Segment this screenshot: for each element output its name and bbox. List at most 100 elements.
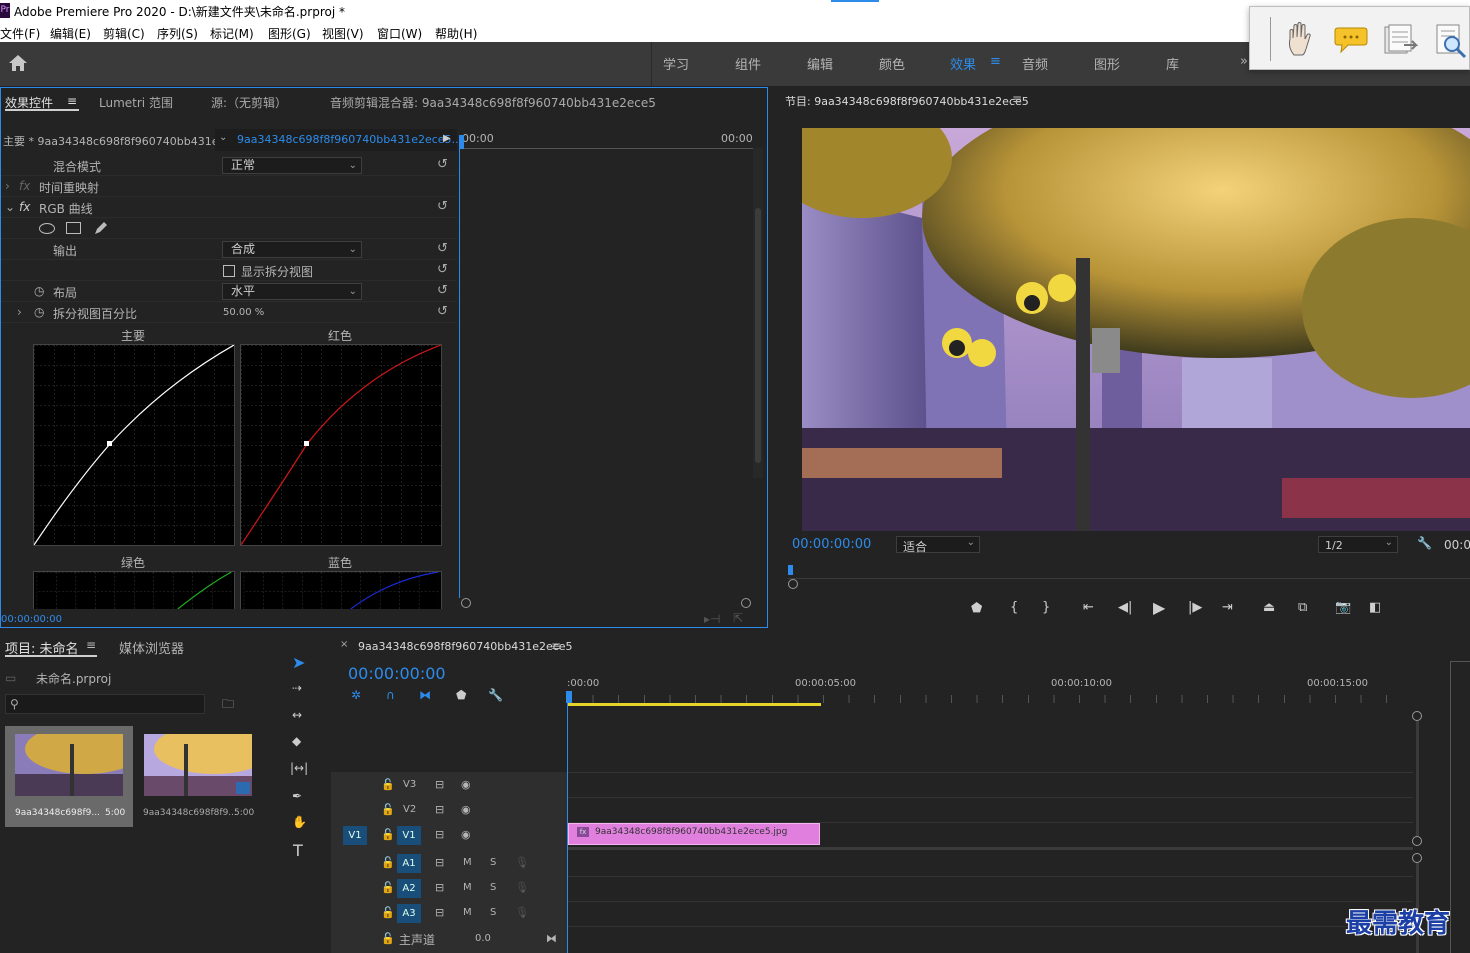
- zoom-handle-right[interactable]: [741, 598, 751, 608]
- lock-icon[interactable]: 🔓: [381, 932, 395, 945]
- tab-audio-clip-mixer[interactable]: 音频剪辑混合器: 9aa34348c698f8f960740bb431e2ece…: [330, 94, 656, 111]
- sync-lock-icon[interactable]: ⊟: [435, 906, 444, 919]
- linked-selection-icon[interactable]: ⧓: [419, 688, 431, 702]
- slip-tool-icon[interactable]: |↔|: [290, 761, 308, 775]
- split-pct-value[interactable]: 50.00 %: [223, 307, 264, 318]
- eye-icon[interactable]: ◉: [461, 778, 471, 791]
- track-select-tool-icon[interactable]: ⇢: [292, 681, 302, 695]
- add-marker-icon[interactable]: ⬟: [456, 688, 466, 702]
- comment-icon[interactable]: [1334, 25, 1368, 58]
- blue-curve-graph[interactable]: [240, 571, 442, 609]
- workspace-assembly[interactable]: 组件: [735, 54, 761, 73]
- program-video-frame[interactable]: [802, 128, 1470, 531]
- solo-button[interactable]: S: [490, 907, 496, 918]
- type-tool-icon[interactable]: T: [293, 841, 303, 860]
- menu-edit[interactable]: 编辑(E): [50, 25, 91, 42]
- reset-icon[interactable]: ↺: [437, 262, 448, 277]
- blend-mode-dropdown[interactable]: 正常 ⌄: [222, 157, 362, 174]
- lift-icon[interactable]: ⏏: [1263, 600, 1275, 615]
- menu-help[interactable]: 帮助(H): [435, 25, 477, 42]
- lock-icon[interactable]: 🔓: [381, 906, 395, 919]
- program-playhead[interactable]: [788, 565, 793, 575]
- timeline-clip[interactable]: fx 9aa34348c698f8f960740bb431e2ece5.jpg: [568, 823, 820, 845]
- expand-arrow-icon[interactable]: ›: [5, 179, 10, 193]
- sync-lock-icon[interactable]: ⊟: [435, 828, 444, 841]
- play-only-audio-icon[interactable]: ▶: [443, 133, 451, 144]
- sequence-tab[interactable]: 9aa34348c698f8f960740bb431e2ece5: [358, 640, 573, 653]
- lock-icon[interactable]: 🔓: [381, 856, 395, 869]
- workspace-menu-icon[interactable]: ≡: [990, 54, 1001, 69]
- hand-tool-icon[interactable]: ✋: [292, 815, 307, 829]
- play-icon[interactable]: ▶: [1153, 598, 1165, 617]
- workspace-overflow-icon[interactable]: »: [1240, 54, 1248, 69]
- expand-arrow-icon[interactable]: ›: [17, 305, 22, 319]
- document-icon[interactable]: [1382, 23, 1419, 60]
- extract-icon[interactable]: ⧉: [1298, 600, 1307, 615]
- clip-selector[interactable]: ⌄ 9aa34348c698f8f960740bb431e2ece5...: [215, 129, 462, 151]
- workspace-audio[interactable]: 音频: [1022, 54, 1048, 73]
- stopwatch-icon[interactable]: ◷: [34, 305, 44, 319]
- close-icon[interactable]: ×: [340, 639, 348, 650]
- step-forward-icon[interactable]: |▶: [1188, 600, 1202, 615]
- mic-icon[interactable]: 🎙: [515, 856, 529, 869]
- ripple-edit-tool-icon[interactable]: ↔: [292, 708, 302, 722]
- project-item[interactable]: 9aa34348c698f8f9... 5:00: [137, 726, 261, 827]
- mute-button[interactable]: M: [463, 882, 472, 893]
- effects-playhead[interactable]: [459, 135, 464, 149]
- mute-button[interactable]: M: [463, 907, 472, 918]
- razor-tool-icon[interactable]: ◆: [292, 734, 301, 748]
- track-target-a3[interactable]: A3: [397, 904, 421, 923]
- solo-button[interactable]: S: [490, 882, 496, 893]
- lock-icon[interactable]: 🔓: [381, 803, 395, 816]
- zoom-handle-left[interactable]: [461, 598, 471, 608]
- effects-scroll-thumb[interactable]: [755, 208, 761, 463]
- menu-graphics[interactable]: 图形(G): [268, 25, 311, 42]
- work-area-bar[interactable]: [567, 703, 821, 706]
- tab-menu-icon[interactable]: ≡: [67, 94, 77, 108]
- export-frame-icon[interactable]: 📷: [1335, 600, 1351, 615]
- output-dropdown[interactable]: 合成 ⌄: [222, 241, 362, 258]
- sync-lock-icon[interactable]: ⊟: [435, 803, 444, 816]
- track-target-a2[interactable]: A2: [397, 879, 421, 898]
- menu-window[interactable]: 窗口(W): [377, 25, 422, 42]
- reset-icon[interactable]: ↺: [437, 157, 448, 172]
- effects-scrollbar[interactable]: [753, 148, 763, 478]
- filter-icon[interactable]: ▸⊣: [704, 612, 720, 626]
- workspace-graphics[interactable]: 图形: [1094, 54, 1120, 73]
- menu-clip[interactable]: 剪辑(C): [103, 25, 145, 42]
- workspace-editing[interactable]: 编辑: [807, 54, 833, 73]
- track-target-v1[interactable]: V1: [397, 826, 421, 845]
- eye-icon[interactable]: ◉: [461, 828, 471, 841]
- program-zoom-handle[interactable]: [788, 579, 798, 589]
- step-back-icon[interactable]: ◀|: [1118, 600, 1132, 615]
- timeline-ruler[interactable]: [567, 695, 1412, 703]
- timeline-timecode[interactable]: 00:00:00:00: [348, 664, 446, 683]
- nest-icon[interactable]: ✲: [351, 688, 361, 702]
- split-view-checkbox[interactable]: [223, 265, 235, 277]
- timeline-playhead[interactable]: [566, 691, 572, 703]
- tab-lumetri-scopes[interactable]: Lumetri 范围: [99, 94, 173, 111]
- menu-sequence[interactable]: 序列(S): [157, 25, 198, 42]
- workspace-libraries[interactable]: 库: [1166, 54, 1179, 73]
- mic-icon[interactable]: 🎙: [515, 881, 529, 894]
- go-to-end-icon[interactable]: ⧓: [546, 932, 557, 945]
- sync-lock-icon[interactable]: ⊟: [435, 778, 444, 791]
- panel-menu-icon[interactable]: ≡: [1012, 92, 1022, 106]
- selection-tool-icon[interactable]: ➤: [292, 653, 305, 672]
- fx-icon[interactable]: fx: [19, 179, 30, 193]
- mic-icon[interactable]: 🎙: [515, 906, 529, 919]
- red-curve-graph[interactable]: [240, 344, 442, 546]
- track-target-a1[interactable]: A1: [397, 854, 421, 873]
- go-to-in-icon[interactable]: ⇤: [1083, 600, 1094, 615]
- workspace-learn[interactable]: 学习: [663, 54, 689, 73]
- go-to-out-icon[interactable]: ⇥: [1222, 600, 1233, 615]
- home-icon[interactable]: [8, 54, 30, 74]
- source-patch-v1[interactable]: V1: [343, 826, 367, 845]
- master-clip-label[interactable]: 主要 * 9aa34348c698f8f960740bb431e...: [3, 133, 229, 149]
- wrench-icon[interactable]: 🔧: [1417, 536, 1432, 550]
- project-item-selected[interactable]: 9aa34348c698f9... 5:00: [5, 726, 133, 827]
- reset-icon[interactable]: ↺: [437, 199, 448, 214]
- mark-out-icon[interactable]: }: [1042, 600, 1050, 615]
- scroll-handle[interactable]: [1412, 711, 1422, 721]
- menu-markers[interactable]: 标记(M): [210, 25, 254, 42]
